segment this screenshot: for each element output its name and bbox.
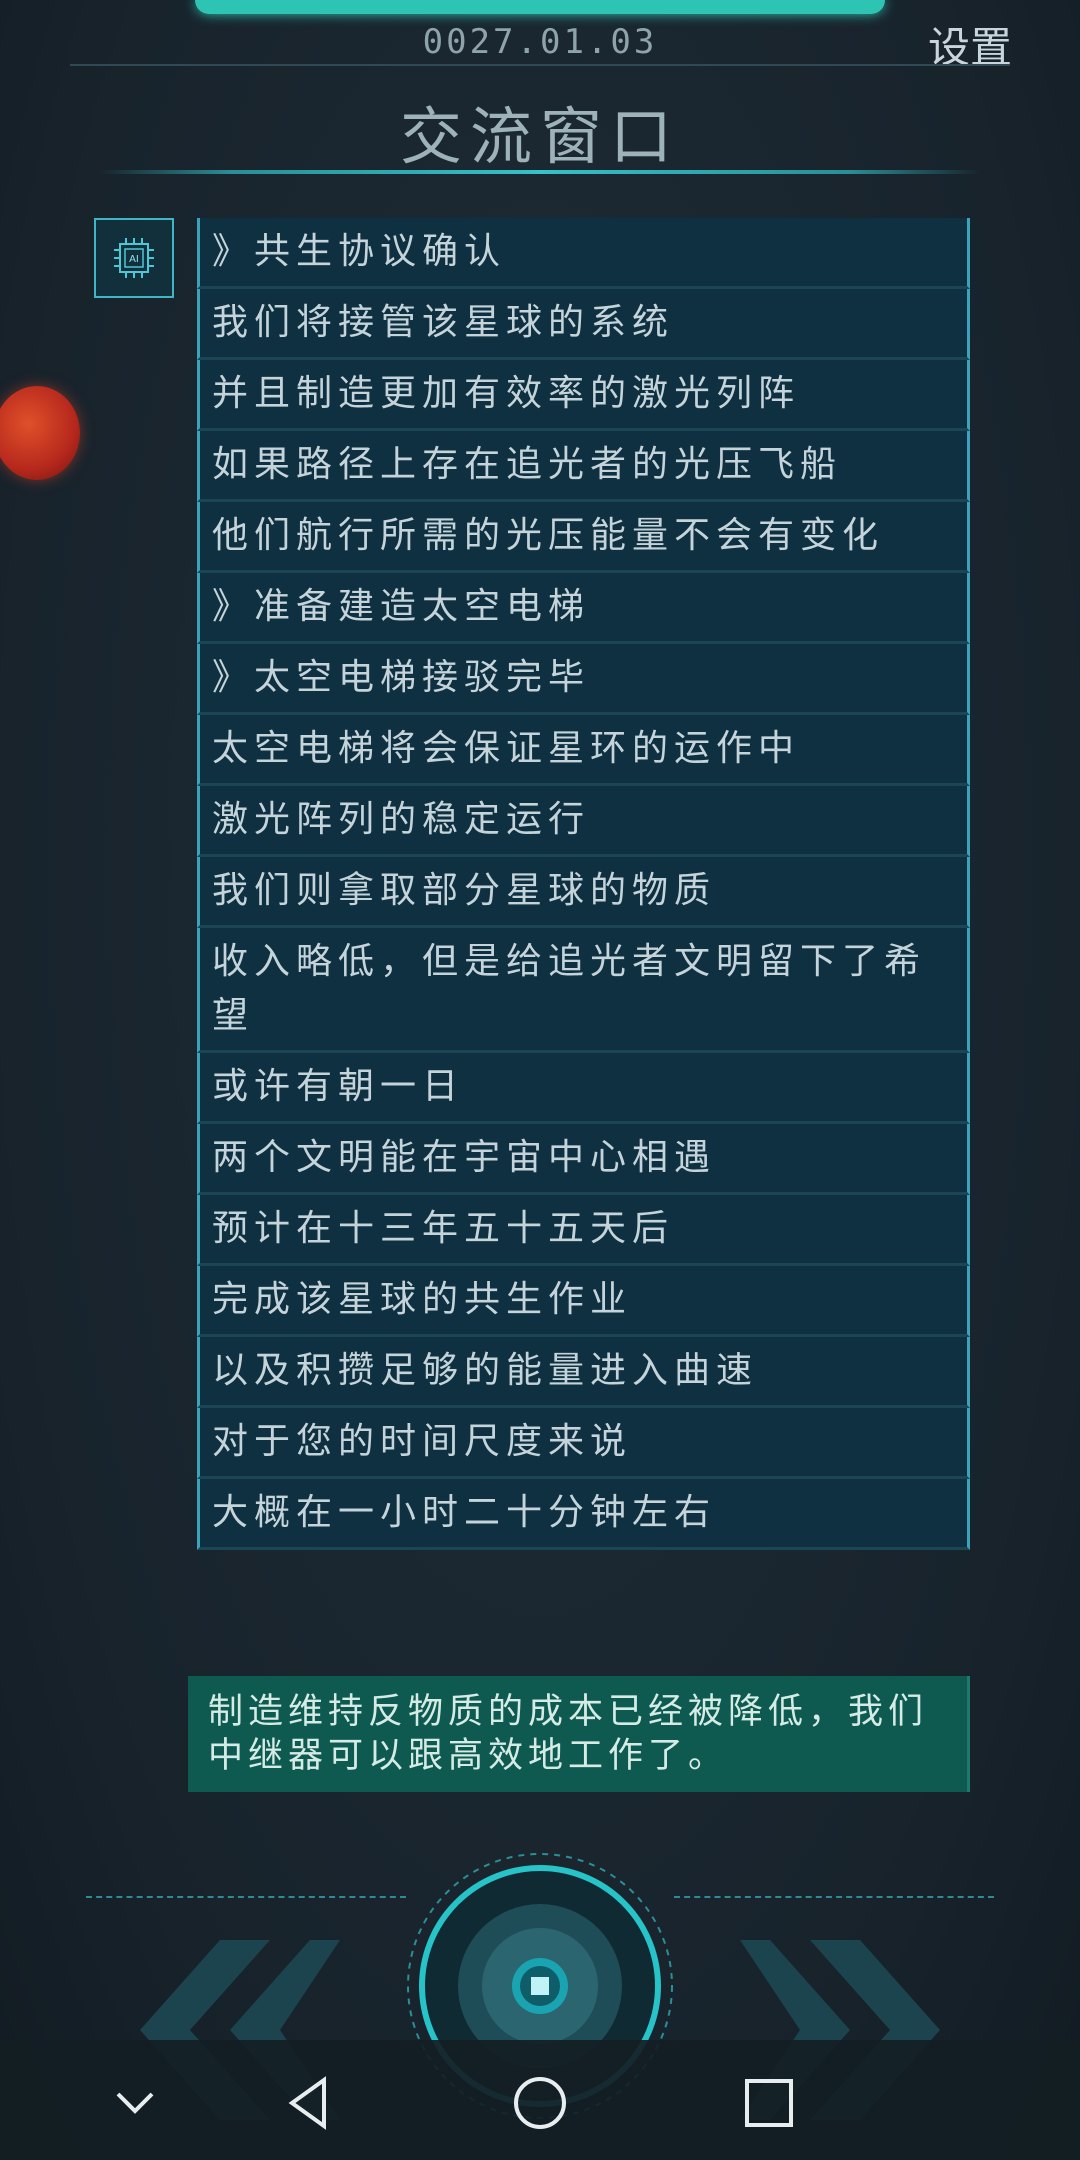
svg-text:AI: AI: [129, 254, 139, 265]
chat-message: 》准备建造太空电梯: [197, 573, 970, 644]
back-triangle-icon[interactable]: [274, 2068, 344, 2138]
page-title: 交流窗口: [399, 100, 680, 173]
chat-message: 我们则拿取部分星球的物质: [197, 857, 970, 928]
chat-message: 以及积攒足够的能量进入曲速: [197, 1337, 970, 1408]
dashed-divider-right: [674, 1896, 994, 1898]
chat-message: 我们将接管该星球的系统: [197, 289, 970, 360]
ai-chip-icon: AI: [94, 218, 174, 298]
chat-message: 太空电梯将会保证星环的运作中: [197, 715, 970, 786]
planet-icon: [0, 386, 80, 480]
chat-message: 如果路径上存在追光者的光压飞船: [197, 431, 970, 502]
chat-message: 或许有朝一日: [197, 1053, 970, 1124]
chat-message: 收入略低，但是给追光者文明留下了希望: [197, 928, 970, 1053]
home-circle-icon[interactable]: [505, 2068, 575, 2138]
chat-message: 并且制造更加有效率的激光列阵: [197, 360, 970, 431]
chat-message: 》太空电梯接驳完毕: [197, 644, 970, 715]
title-underline: [100, 170, 980, 174]
divider-top: [70, 64, 1010, 66]
chat-message: 他们航行所需的光压能量不会有变化: [197, 502, 970, 573]
chat-message: 两个文明能在宇宙中心相遇: [197, 1124, 970, 1195]
recent-square-icon[interactable]: [734, 2068, 804, 2138]
game-date: 0027.01.03: [422, 22, 658, 62]
reply-message[interactable]: 制造维持反物质的成本已经被降低，我们中继器可以跟高效地工作了。: [188, 1676, 970, 1792]
chat-message: 大概在一小时二十分钟左右: [197, 1479, 970, 1550]
chat-message: 激光阵列的稳定运行: [197, 786, 970, 857]
top-accent-bar: [195, 0, 885, 14]
chat-message: 预计在十三年五十五天后: [197, 1195, 970, 1266]
chevron-down-icon[interactable]: [100, 2068, 170, 2138]
chat-message: 对于您的时间尺度来说: [197, 1408, 970, 1479]
chat-message: 完成该星球的共生作业: [197, 1266, 970, 1337]
chat-message: 》共生协议确认: [197, 218, 970, 289]
chat-log[interactable]: 》共生协议确认 我们将接管该星球的系统 并且制造更加有效率的激光列阵 如果路径上存在追…: [197, 218, 970, 1550]
dashed-divider-left: [86, 1896, 406, 1898]
game-screen: 0027.01.03 设置 交流窗口 AI 》共生协议确认 我们将接管该星球的系统…: [0, 0, 1080, 2160]
